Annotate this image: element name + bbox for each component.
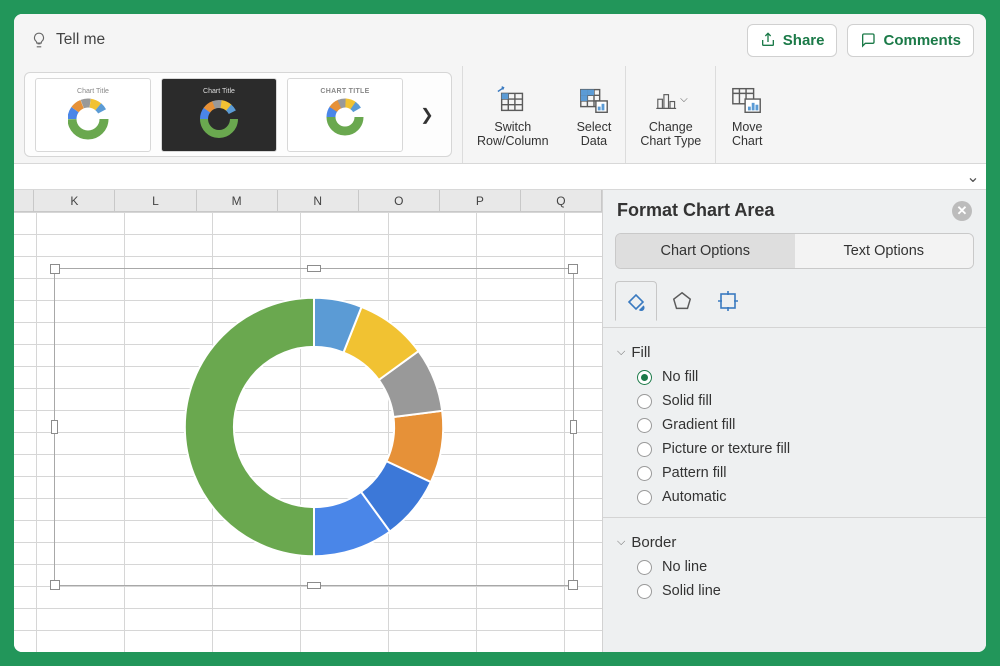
- comments-button[interactable]: Comments: [847, 24, 974, 57]
- border-section-header[interactable]: ⌵ Border: [603, 524, 986, 557]
- tell-me-search[interactable]: Tell me: [30, 31, 105, 49]
- share-icon: [760, 32, 776, 48]
- fill-options: No fill Solid fill Gradient fill Picture…: [603, 367, 986, 511]
- embedded-chart[interactable]: [54, 268, 574, 586]
- formula-bar-strip: ⌄: [14, 164, 986, 190]
- chart-style-thumb-3[interactable]: CHART TITLE: [287, 78, 403, 152]
- fill-option-pattern-fill[interactable]: Pattern fill: [637, 465, 972, 481]
- chart-style-thumb-1[interactable]: Chart Title: [35, 78, 151, 152]
- chevron-down-icon: ⌵: [617, 536, 625, 549]
- chart-style-thumb-2[interactable]: Chart Title: [161, 78, 277, 152]
- tab-chart-options[interactable]: Chart Options: [616, 234, 795, 268]
- effects-category[interactable]: [661, 281, 703, 321]
- resize-handle[interactable]: [568, 580, 578, 590]
- column-header[interactable]: L: [115, 190, 196, 211]
- fill-section-header[interactable]: ⌵ Fill: [603, 334, 986, 367]
- ribbon: Chart Title Chart Title CHART TITLE ❯ Sw…: [14, 66, 986, 164]
- resize-handle[interactable]: [307, 582, 321, 589]
- switch-row-column-icon: [496, 85, 530, 115]
- share-label: Share: [783, 32, 825, 49]
- close-panel-button[interactable]: ✕: [952, 201, 972, 221]
- size-properties-category[interactable]: [707, 281, 749, 321]
- chevron-down-icon: ⌄: [966, 167, 979, 187]
- tell-me-label: Tell me: [56, 31, 105, 49]
- move-chart-icon: [730, 85, 764, 115]
- fill-option-picture-texture-fill[interactable]: Picture or texture fill: [637, 441, 972, 457]
- chevron-down-icon: ⌵: [617, 346, 625, 359]
- move-chart-button[interactable]: MoveChart: [715, 66, 778, 163]
- border-option-no-line[interactable]: No line: [637, 559, 972, 575]
- resize-handle[interactable]: [50, 580, 60, 590]
- chart-style-gallery: Chart Title Chart Title CHART TITLE ❯: [24, 72, 452, 157]
- change-chart-type-icon: [654, 85, 678, 115]
- app-window: Tell me Share Comments Chart Title Chart…: [14, 14, 986, 652]
- fill-option-no-fill[interactable]: No fill: [637, 369, 972, 385]
- doughnut-chart: [55, 269, 573, 585]
- format-chart-area-panel: Format Chart Area ✕ Chart Options Text O…: [602, 190, 986, 652]
- resize-handle[interactable]: [568, 264, 578, 274]
- border-option-solid-line[interactable]: Solid line: [637, 583, 972, 599]
- column-header[interactable]: N: [278, 190, 359, 211]
- select-data-button[interactable]: SelectData: [563, 66, 626, 163]
- title-bar: Tell me Share Comments: [14, 14, 986, 66]
- resize-handle[interactable]: [570, 420, 577, 434]
- fill-option-gradient-fill[interactable]: Gradient fill: [637, 417, 972, 433]
- worksheet-grid[interactable]: K L M N O P Q: [14, 190, 602, 652]
- doughnut-mini-icon: [68, 97, 118, 141]
- column-header[interactable]: P: [440, 190, 521, 211]
- column-header[interactable]: K: [34, 190, 115, 211]
- fill-option-automatic[interactable]: Automatic: [637, 489, 972, 505]
- column-header[interactable]: Q: [521, 190, 602, 211]
- resize-handle[interactable]: [50, 264, 60, 274]
- chevron-down-icon: ⌵: [680, 94, 688, 105]
- change-chart-type-button[interactable]: ⌵ ChangeChart Type: [625, 66, 715, 163]
- doughnut-mini-icon: [320, 97, 370, 141]
- gallery-more-button[interactable]: ❯: [413, 78, 441, 152]
- select-data-icon: [577, 85, 611, 115]
- column-header[interactable]: O: [359, 190, 440, 211]
- paint-bucket-icon: [624, 289, 648, 313]
- size-icon: [716, 289, 740, 313]
- strip-dropdown[interactable]: ⌄: [962, 166, 984, 188]
- fill-option-solid-fill[interactable]: Solid fill: [637, 393, 972, 409]
- doughnut-mini-icon: [194, 97, 244, 141]
- column-header[interactable]: M: [197, 190, 278, 211]
- border-options: No line Solid line: [603, 557, 986, 605]
- comment-icon: [860, 32, 876, 48]
- chevron-right-icon: ❯: [420, 105, 433, 125]
- panel-title: Format Chart Area: [617, 200, 774, 221]
- resize-handle[interactable]: [307, 265, 321, 272]
- panel-tabs: Chart Options Text Options: [615, 233, 974, 269]
- column-headers: K L M N O P Q: [14, 190, 602, 212]
- resize-handle[interactable]: [51, 420, 58, 434]
- comments-label: Comments: [883, 32, 961, 49]
- panel-category-icons: [603, 273, 986, 321]
- pentagon-icon: [671, 290, 693, 312]
- lightbulb-icon: [30, 31, 48, 49]
- switch-row-column-button[interactable]: SwitchRow/Column: [462, 66, 563, 163]
- fill-line-category[interactable]: [615, 281, 657, 321]
- close-icon: ✕: [957, 203, 968, 219]
- tab-text-options[interactable]: Text Options: [795, 234, 974, 268]
- share-button[interactable]: Share: [747, 24, 838, 57]
